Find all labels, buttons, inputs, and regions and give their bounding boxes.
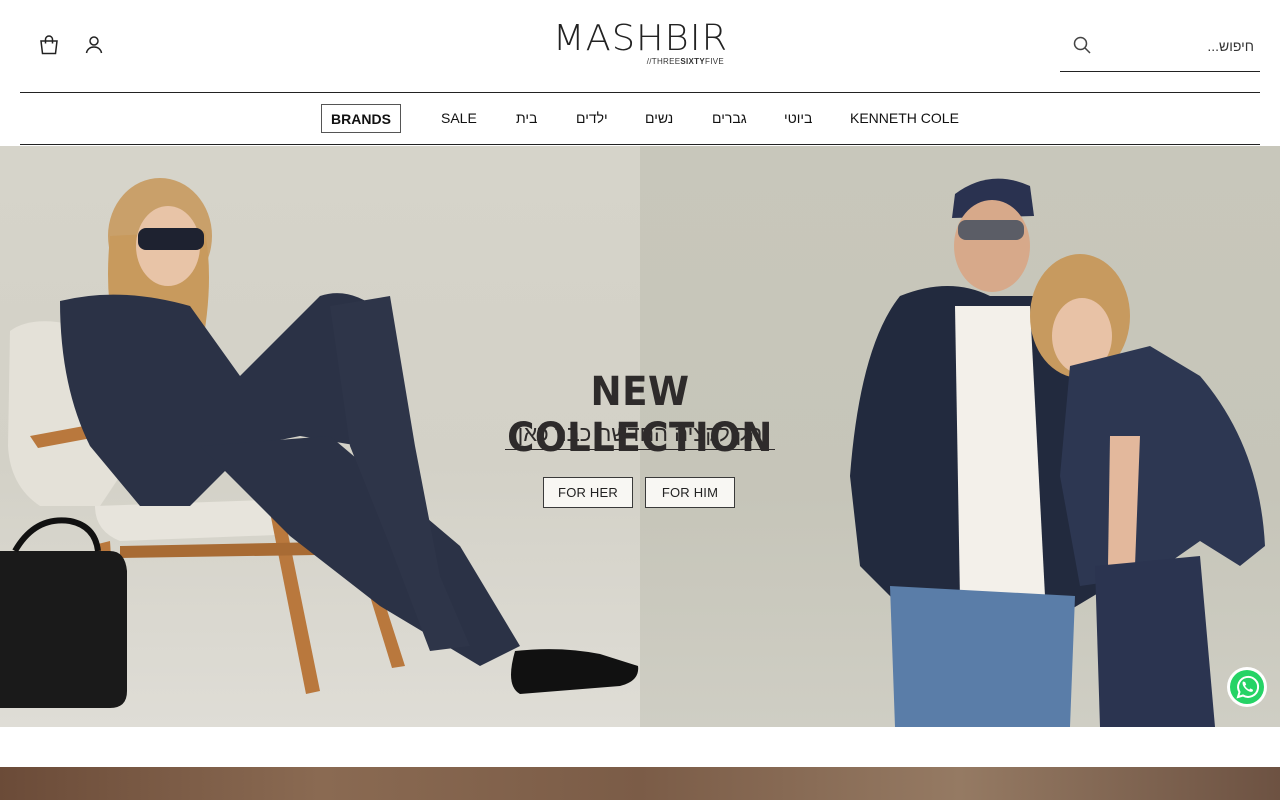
nav-item-women[interactable]: נשים xyxy=(645,109,673,127)
nav-item-home[interactable]: בית xyxy=(516,109,537,127)
search-icon[interactable] xyxy=(1072,35,1092,55)
header-divider-bottom xyxy=(20,144,1260,145)
nav-item-men[interactable]: גברים xyxy=(712,109,747,127)
next-section-banner[interactable] xyxy=(0,767,1280,800)
nav-item-beauty[interactable]: ביוטי xyxy=(784,109,812,127)
whatsapp-icon[interactable] xyxy=(1226,666,1268,708)
for-her-button[interactable]: FOR HER xyxy=(543,477,633,508)
shopping-bag-icon[interactable] xyxy=(37,33,61,57)
logo-tagline-prefix: //THREE xyxy=(646,57,681,66)
hero-subtitle: הקולקציה החדשה כבר כאן xyxy=(505,421,775,450)
search-box xyxy=(1060,22,1260,72)
site-header: MASHBIR //THREESIXTYFIVE BRANDS SALE בית… xyxy=(0,0,1280,146)
main-nav: BRANDS SALE בית ילדים נשים גברים ביוטי K… xyxy=(0,93,1280,144)
site-logo[interactable]: MASHBIR //THREESIXTYFIVE xyxy=(553,20,728,70)
logo-wordmark: MASHBIR xyxy=(552,18,729,59)
nav-item-sale[interactable]: SALE xyxy=(441,109,477,127)
search-input[interactable] xyxy=(1102,32,1256,60)
logo-tagline-bold: SIXTY xyxy=(680,57,706,66)
nav-item-kenneth-cole[interactable]: KENNETH COLE xyxy=(850,109,959,127)
nav-item-kids[interactable]: ילדים xyxy=(576,109,608,127)
logo-tagline: //THREESIXTYFIVE xyxy=(647,57,724,66)
hero-banner[interactable]: NEW COLLECTION הקולקציה החדשה כבר כאן FO… xyxy=(0,146,1280,727)
for-him-button[interactable]: FOR HIM xyxy=(645,477,735,508)
nav-brands-button[interactable]: BRANDS xyxy=(321,104,401,133)
user-icon[interactable] xyxy=(82,33,106,57)
logo-tagline-suffix: FIVE xyxy=(705,57,724,66)
